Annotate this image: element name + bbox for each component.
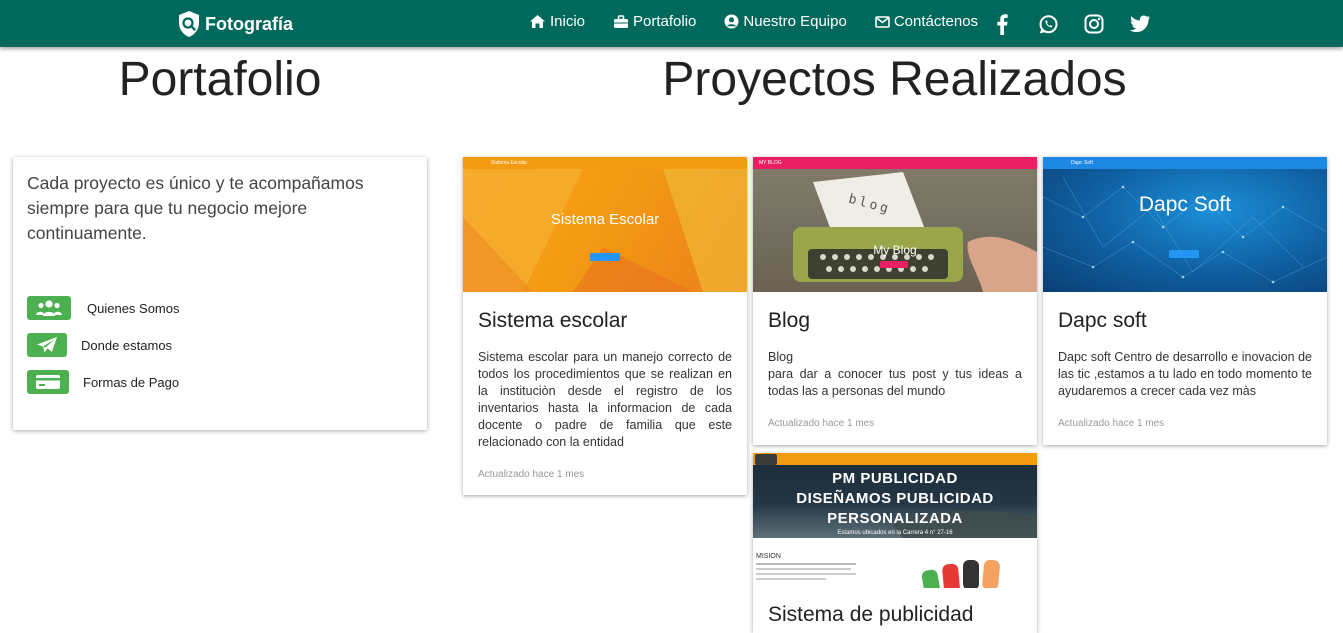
thumb-heading: Dapc Soft <box>1138 193 1232 216</box>
project-description: Dapc soft Centro de desarrollo e inovaci… <box>1058 350 1312 398</box>
briefcase-icon <box>614 14 629 28</box>
project-title[interactable]: Sistema escolar <box>478 309 627 333</box>
thumb-line3: PERSONALIZADA <box>827 510 963 527</box>
home-icon <box>530 15 545 28</box>
social-links <box>991 13 1151 35</box>
thumb-button <box>880 261 908 268</box>
quienes-somos-label: Quienes Somos <box>87 300 180 316</box>
nav-portafolio[interactable]: Portafolio <box>613 13 696 30</box>
project-updated: Actualizado hace 1 mes <box>1058 418 1165 429</box>
donde-estamos-label: Donde estamos <box>81 337 173 353</box>
envelope-icon <box>875 15 890 28</box>
info-text: Cada proyecto es único y te acompañamos … <box>27 173 364 243</box>
thumb-line4: Estamos ubicados en la Carrera 4 n° 27-1… <box>837 530 953 536</box>
thumb-button <box>590 253 620 261</box>
user-circle-icon <box>724 14 739 29</box>
project-card-sistema-escolar[interactable]: Sistema Escolar Sistema Escolar Sistema … <box>463 157 747 495</box>
thumb-section: MISION <box>756 553 781 560</box>
thumb-line2: DISEÑAMOS PUBLICIDAD <box>796 490 994 507</box>
thumb-nav-brand: MY BLOG <box>759 160 782 166</box>
twitter-icon[interactable] <box>1129 13 1151 35</box>
whatsapp-icon[interactable] <box>1037 13 1059 35</box>
formas-de-pago-link[interactable]: Formas de Pago <box>27 370 179 394</box>
project-title[interactable]: Dapc soft <box>1058 309 1147 333</box>
nav-contactenos[interactable]: Contáctenos <box>875 13 978 30</box>
thumb-heading: Sistema Escolar <box>550 211 660 228</box>
top-navbar: Fotografía Inicio Portafolio Nuestro Equ… <box>0 0 1343 47</box>
nav-portafolio-label: Portafolio <box>633 13 697 30</box>
project-updated: Actualizado hace 1 mes <box>768 418 875 429</box>
thumb-nav-brand: Sistema Escolar <box>491 160 528 166</box>
project-card-sistema-de-publicidad[interactable]: PM PUBLICIDAD DISEÑAMOS PUBLICIDAD PERSO… <box>753 453 1037 633</box>
nav-nuestro-equipo-label: Nuestro Equipo <box>743 13 847 30</box>
project-thumbnail-dapc-soft[interactable]: Dapc Soft Dapc Soft <box>1043 157 1327 292</box>
donde-estamos-link[interactable]: Donde estamos <box>27 333 172 357</box>
credit-card-icon <box>27 370 69 394</box>
thumb-nav-brand: Dapc Soft <box>1071 160 1093 166</box>
project-updated: Actualizado hace 1 mes <box>478 469 585 480</box>
nav-inicio[interactable]: Inicio <box>529 13 585 30</box>
facebook-icon[interactable] <box>991 13 1013 35</box>
nav-inicio-label: Inicio <box>550 13 586 30</box>
project-description: para dar a conocer tus post y tus ideas … <box>768 367 1022 398</box>
project-description-line1: Blog <box>768 350 794 364</box>
project-title[interactable]: Blog <box>768 309 810 333</box>
thumb-button <box>1169 250 1199 258</box>
formas-de-pago-label: Formas de Pago <box>83 374 180 390</box>
project-thumbnail-sistema-escolar[interactable]: Sistema Escolar Sistema Escolar <box>463 157 747 292</box>
project-thumbnail-publicidad[interactable]: PM PUBLICIDAD DISEÑAMOS PUBLICIDAD PERSO… <box>753 453 1037 588</box>
nav-links: Inicio Portafolio Nuestro Equipo Contáct… <box>529 13 1006 30</box>
portfolio-heading: Portafolio <box>118 53 322 106</box>
thumb-heading: My Blog <box>873 243 917 257</box>
project-card-dapc-soft[interactable]: Dapc Soft Dapc Soft Dapc soft Dapc soft … <box>1043 157 1327 445</box>
nav-nuestro-equipo[interactable]: Nuestro Equipo <box>724 13 847 30</box>
project-title[interactable]: Sistema de publicidad <box>768 603 973 627</box>
shield-search-icon <box>177 10 201 38</box>
projects-heading: Proyectos Realizados <box>662 53 1127 106</box>
paper-plane-icon <box>27 333 67 357</box>
info-card: Cada proyecto es único y te acompañamos … <box>13 157 427 430</box>
thumb-logo <box>755 454 777 465</box>
brand-link[interactable]: Fotografía <box>177 9 293 39</box>
project-card-blog[interactable]: blog MY BLOG My Blog Blog Blog para dar … <box>753 157 1037 445</box>
project-thumbnail-blog[interactable]: blog MY BLOG My Blog <box>753 157 1037 292</box>
nav-contactenos-label: Contáctenos <box>893 13 979 30</box>
quienes-somos-link[interactable]: Quienes Somos <box>27 296 180 320</box>
project-description: Sistema escolar para un manejo correcto … <box>478 350 732 449</box>
thumb-line1: PM PUBLICIDAD <box>832 470 958 487</box>
brand-name: Fotografía <box>205 13 293 34</box>
users-icon <box>27 296 71 320</box>
instagram-icon[interactable] <box>1083 13 1105 35</box>
